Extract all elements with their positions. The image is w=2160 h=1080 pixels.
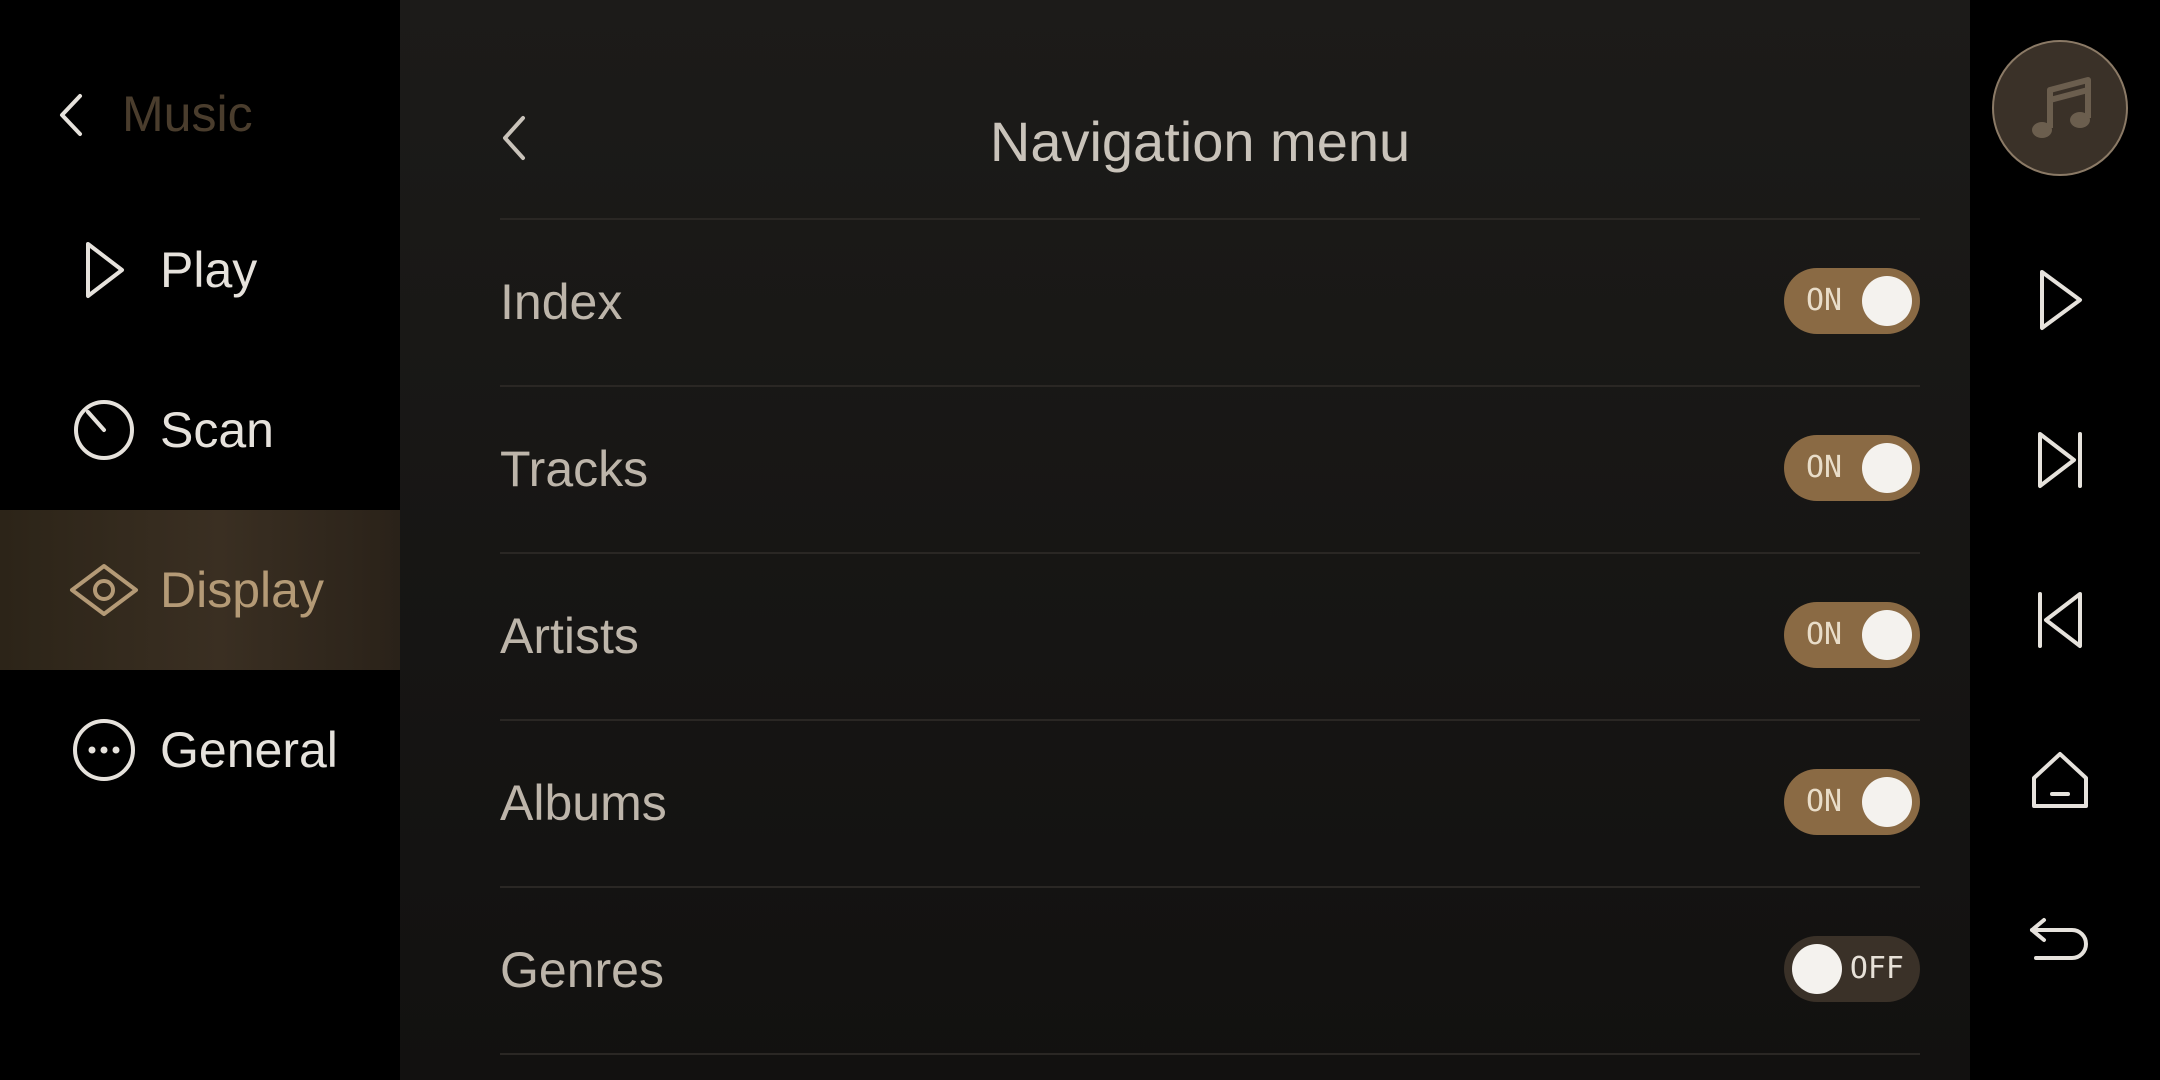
skip-previous-icon xyxy=(2038,592,2082,648)
skip-next-icon xyxy=(2038,432,2082,488)
sidebar-title: Music xyxy=(122,86,253,142)
setting-row-artists: Artists ON xyxy=(500,552,1920,719)
toggle-state: ON xyxy=(1806,784,1843,819)
toggle-knob xyxy=(1792,944,1842,994)
setting-label: Albums xyxy=(500,775,667,831)
eye-icon xyxy=(68,558,140,622)
toggle-state: ON xyxy=(1806,450,1843,485)
toggle-state: OFF xyxy=(1849,951,1904,986)
artists-toggle[interactable]: ON xyxy=(1784,602,1920,668)
tracks-toggle[interactable]: ON xyxy=(1784,435,1920,501)
playback-control-rail xyxy=(1970,0,2160,1080)
play-outline-icon xyxy=(68,238,140,302)
music-note-icon xyxy=(2032,77,2091,138)
toggle-knob xyxy=(1862,610,1912,660)
settings-list: Index ON Tracks ON Artists ON Albums ON … xyxy=(500,218,1920,1055)
toggle-knob xyxy=(1862,777,1912,827)
setting-row-genres: Genres OFF xyxy=(500,886,1920,1055)
skip-next-button[interactable] xyxy=(2010,410,2110,510)
more-horizontal-circle-icon xyxy=(68,718,140,782)
back-button[interactable] xyxy=(2010,890,2110,990)
toggle-state: ON xyxy=(1806,617,1843,652)
home-button[interactable] xyxy=(2010,730,2110,830)
skip-previous-button[interactable] xyxy=(2010,570,2110,670)
setting-row-tracks: Tracks ON xyxy=(500,385,1920,552)
sidebar-item-general[interactable]: General xyxy=(0,670,400,830)
setting-label: Artists xyxy=(500,608,639,664)
index-toggle[interactable]: ON xyxy=(1784,268,1920,334)
navigation-menu-panel: Navigation menu Index ON Tracks ON Artis… xyxy=(400,0,1970,1080)
setting-row-index: Index ON xyxy=(500,218,1920,385)
scan-dial-icon xyxy=(68,398,140,462)
play-button[interactable] xyxy=(2010,250,2110,350)
setting-label: Tracks xyxy=(500,441,649,497)
setting-label: Genres xyxy=(500,942,664,998)
settings-sidebar: Music Play Scan Display General xyxy=(0,0,400,1080)
sidebar-item-label: General xyxy=(160,722,338,778)
page-title: Navigation menu xyxy=(989,110,1411,173)
chevron-left-icon[interactable] xyxy=(52,90,92,140)
albums-toggle[interactable]: ON xyxy=(1784,769,1920,835)
sidebar-item-display[interactable]: Display xyxy=(0,510,400,670)
sidebar-item-scan[interactable]: Scan xyxy=(0,350,400,510)
sidebar-item-play[interactable]: Play xyxy=(0,190,400,350)
sidebar-item-label: Play xyxy=(160,242,258,298)
play-icon xyxy=(2040,270,2082,330)
genres-toggle[interactable]: OFF xyxy=(1784,936,1920,1002)
home-icon xyxy=(2032,752,2088,808)
now-playing-button[interactable] xyxy=(1992,40,2128,176)
app-root: Music Play Scan Display General Navigati… xyxy=(0,0,2160,1080)
setting-label: Index xyxy=(500,274,623,330)
setting-row-albums: Albums ON xyxy=(500,719,1920,886)
toggle-state: ON xyxy=(1806,283,1843,318)
toggle-knob xyxy=(1862,443,1912,493)
back-return-icon xyxy=(2030,918,2088,960)
sidebar-item-label: Scan xyxy=(160,402,274,458)
sidebar-header[interactable]: Music xyxy=(0,60,400,170)
toggle-knob xyxy=(1862,276,1912,326)
sidebar-item-label: Display xyxy=(160,562,324,618)
